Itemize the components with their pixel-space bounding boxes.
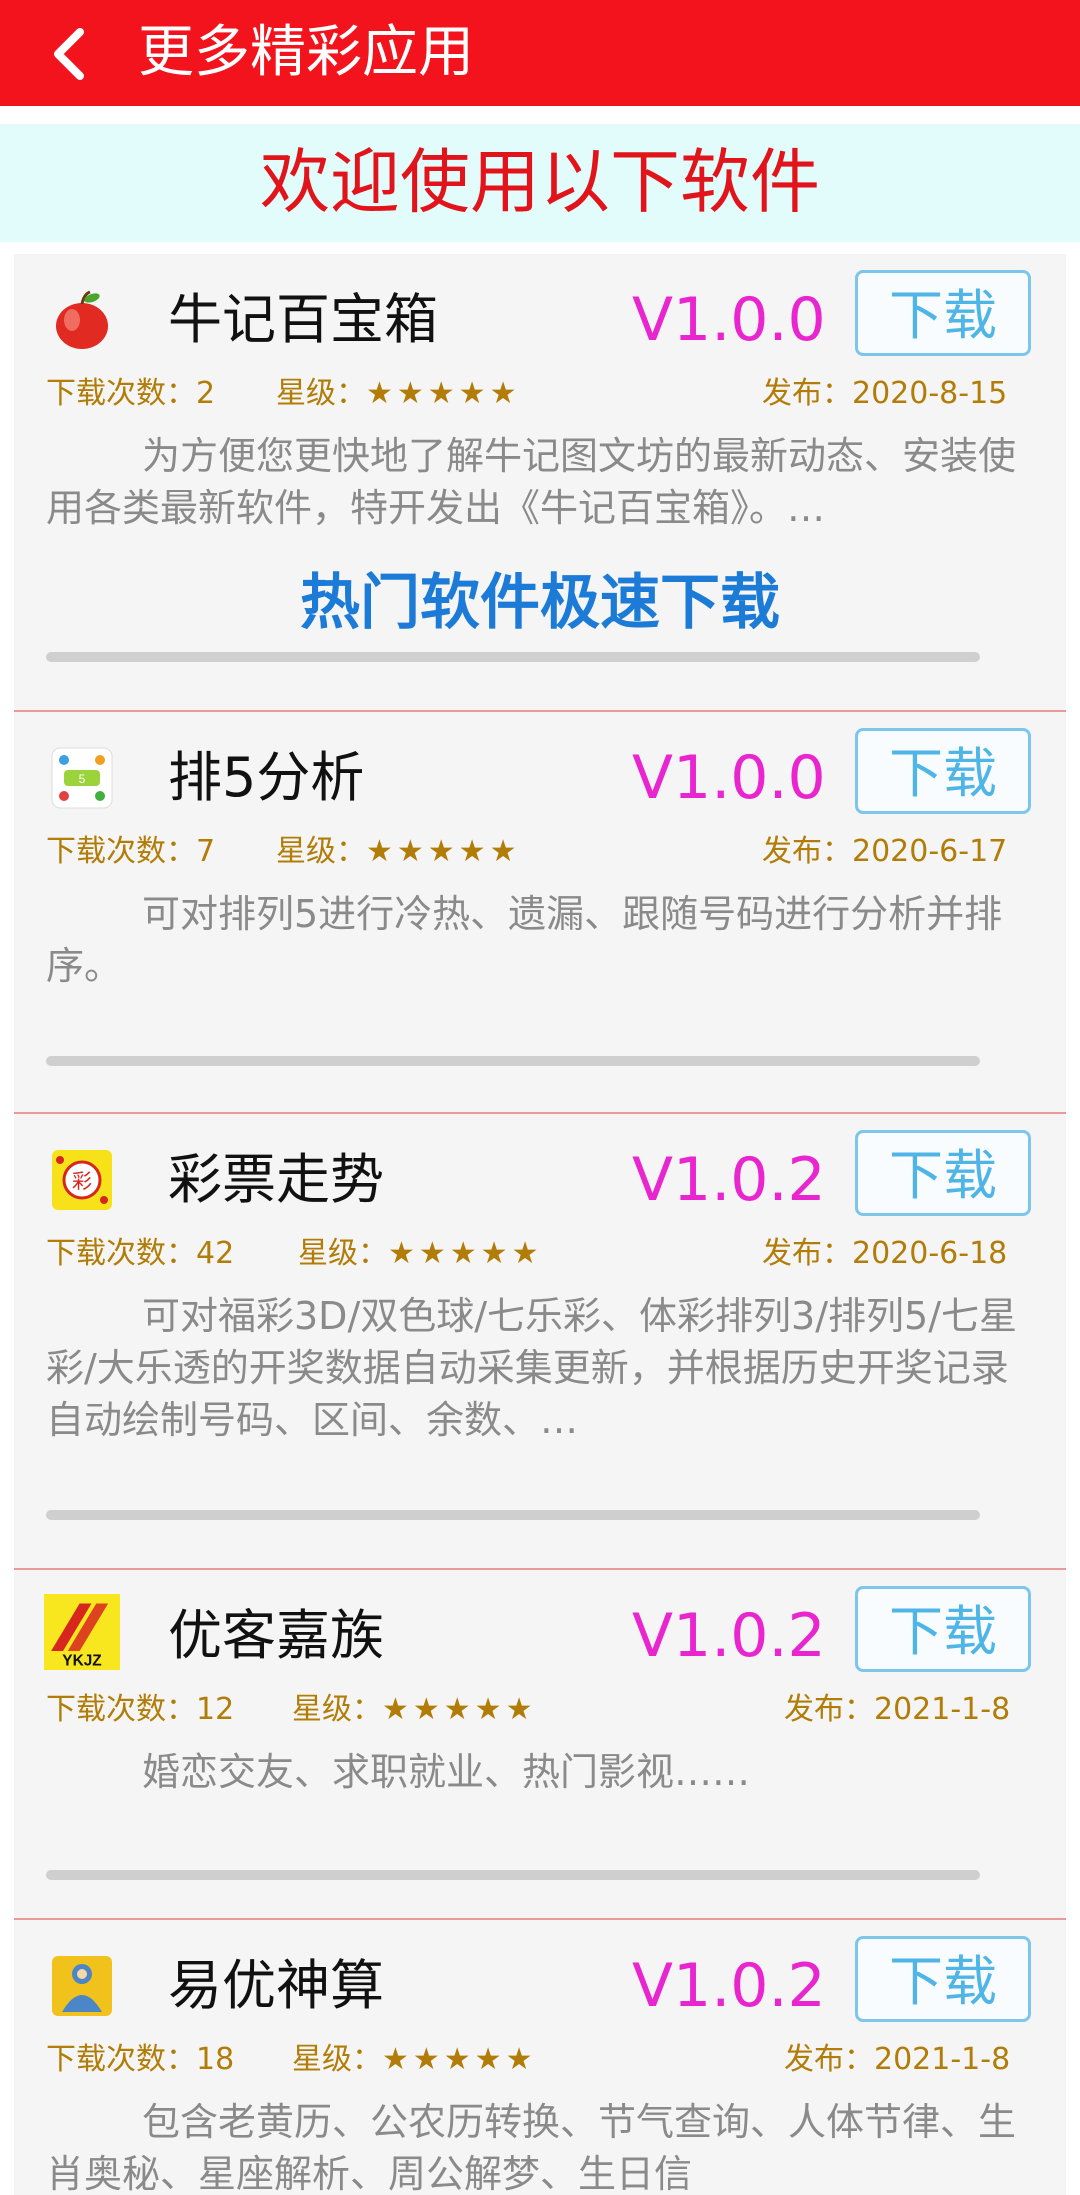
app-description: 可对排列5进行冷热、遗漏、跟随号码进行分析并排序。 (46, 892, 1003, 988)
download-count: 下载次数：42 (46, 1236, 235, 1271)
app-card[interactable]: YKJZ 优客嘉族 V1.0.2 下载 下载次数：12 星级：★★★★★ 发布：… (14, 1570, 1066, 1920)
app-version: V1.0.0 (632, 743, 826, 813)
svg-text:YKJZ: YKJZ (62, 1652, 101, 1669)
download-button[interactable]: 下载 (855, 728, 1031, 814)
app-name: 优客嘉族 (168, 1604, 384, 1667)
download-count: 下载次数：7 (46, 834, 216, 869)
star-rating: ★★★★★ (366, 834, 521, 869)
download-button[interactable]: 下载 (855, 270, 1031, 356)
app-description: 婚恋交友、求职就业、热门影视…… (142, 1750, 751, 1794)
download-button[interactable]: 下载 (855, 1130, 1031, 1216)
chevron-left-icon (54, 28, 84, 80)
star-rating: ★★★★★ (382, 2042, 537, 2077)
release-date: 发布：2020-6-17 (762, 834, 1008, 869)
scrollbar[interactable] (46, 652, 980, 662)
back-button[interactable] (38, 24, 98, 84)
lottery-icon: 彩 (52, 1150, 112, 1210)
app-version: V1.0.0 (632, 285, 826, 355)
banner-title: 欢迎使用以下软件 (260, 141, 820, 223)
rating: 星级：★★★★★ (292, 2042, 537, 2077)
rating: 星级：★★★★★ (298, 1236, 543, 1271)
app-description: 可对福彩3D/双色球/七乐彩、体彩排列3/排列5/七星彩/大乐透的开奖数据自动采… (46, 1294, 1018, 1442)
top-bar: 更多精彩应用 (0, 0, 1080, 106)
release-date: 发布：2021-1-8 (784, 1692, 1011, 1727)
app-version: V1.0.2 (632, 1951, 826, 2021)
app-name: 排5分析 (168, 746, 365, 809)
app-card[interactable]: 易优神算 V1.0.2 下载 下载次数：18 星级：★★★★★ 发布：2021-… (14, 1920, 1066, 2195)
app-list[interactable]: 牛记百宝箱 V1.0.0 下载 下载次数：2 星级：★★★★★ 发布：2020-… (14, 254, 1066, 2195)
download-button[interactable]: 下载 (855, 1586, 1031, 1672)
download-button[interactable]: 下载 (855, 1936, 1031, 2022)
app-description: 为方便您更快地了解牛记图文坊的最新动态、安装使用各类最新软件，特开发出《牛记百宝… (46, 434, 1017, 530)
page-title: 更多精彩应用 (138, 20, 474, 85)
svg-text:5: 5 (79, 772, 86, 786)
app-version: V1.0.2 (632, 1601, 826, 1671)
ykjz-logo-icon: YKJZ (44, 1594, 120, 1670)
app-name: 彩票走势 (168, 1148, 384, 1211)
app-name: 易优神算 (168, 1954, 384, 2017)
pai5-icon: 5 (51, 747, 113, 809)
star-rating: ★★★★★ (366, 376, 521, 411)
scrollbar[interactable] (46, 1510, 980, 1520)
scrollbar[interactable] (46, 1870, 980, 1880)
scrollbar[interactable] (46, 1056, 980, 1066)
release-date: 发布：2020-8-15 (762, 376, 1008, 411)
star-rating: ★★★★★ (388, 1236, 543, 1271)
app-version: V1.0.2 (632, 1145, 826, 1215)
release-date: 发布：2020-6-18 (762, 1236, 1008, 1271)
app-description: 包含老黄历、公农历转换、节气查询、人体节律、生肖奥秘、星座解析、周公解梦、生日信 (46, 2100, 1017, 2195)
app-card[interactable]: 彩 彩票走势 V1.0.2 下载 下载次数：42 星级：★★★★★ 发布：202… (14, 1114, 1066, 1570)
star-rating: ★★★★★ (382, 1692, 537, 1727)
app-card[interactable]: 5 排5分析 V1.0.0 下载 下载次数：7 星级：★★★★★ 发布：2020… (14, 712, 1066, 1114)
download-count: 下载次数：12 (46, 1692, 235, 1727)
welcome-banner: 欢迎使用以下软件 (0, 124, 1080, 242)
svg-text:彩: 彩 (72, 1169, 92, 1193)
rating: 星级：★★★★★ (276, 834, 521, 869)
rating: 星级：★★★★★ (292, 1692, 537, 1727)
release-date: 发布：2021-1-8 (784, 2042, 1011, 2077)
rating: 星级：★★★★★ (276, 376, 521, 411)
download-count: 下载次数：18 (46, 2042, 235, 2077)
app-name: 牛记百宝箱 (168, 288, 438, 351)
promo-overlay-text: 热门软件极速下载 (300, 568, 780, 638)
apple-icon (56, 290, 108, 349)
download-count: 下载次数：2 (46, 376, 216, 411)
fortune-teller-icon (52, 1956, 112, 2016)
